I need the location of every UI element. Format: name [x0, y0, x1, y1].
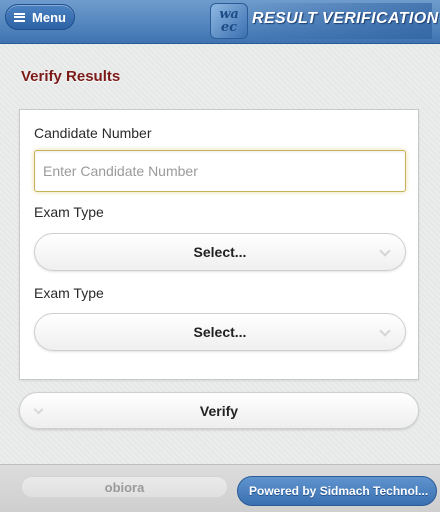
app-footer: obiora Powered by Sidmach Technol...	[0, 464, 440, 512]
verify-button-label: Verify	[199, 402, 239, 419]
menu-button[interactable]: Menu	[5, 4, 75, 30]
waec-logo: wa ec	[210, 3, 248, 39]
page-title: Verify Results	[21, 68, 121, 85]
footer-user-label: obiora	[104, 479, 145, 495]
chevron-down-icon	[379, 325, 391, 337]
menu-label: Menu	[32, 9, 66, 25]
chevron-down-icon	[33, 404, 44, 415]
powered-by-label: Powered by Sidmach Technol...	[249, 484, 429, 498]
verify-button[interactable]: Verify	[19, 392, 419, 429]
exam-type-select-value: Select...	[193, 244, 247, 260]
logo-text-bottom: ec	[220, 20, 238, 35]
candidate-number-input[interactable]	[34, 150, 406, 192]
exam-type-label-2: Exam Type	[34, 285, 104, 301]
hamburger-icon	[14, 12, 26, 22]
app-header: Menu wa ec RESULT VERIFICATION	[0, 0, 440, 44]
powered-by-button[interactable]: Powered by Sidmach Technol...	[237, 476, 437, 506]
exam-type-select-2[interactable]: Select...	[34, 313, 406, 351]
app-title: RESULT VERIFICATION	[252, 10, 439, 27]
candidate-number-label: Candidate Number	[34, 125, 152, 141]
verify-form: Candidate Number Exam Type Select... Exa…	[19, 109, 419, 380]
chevron-down-icon	[379, 245, 391, 257]
exam-type-select-2-value: Select...	[193, 324, 247, 340]
exam-type-select[interactable]: Select...	[34, 233, 406, 271]
footer-user-button[interactable]: obiora	[21, 476, 228, 498]
exam-type-label: Exam Type	[34, 204, 104, 220]
